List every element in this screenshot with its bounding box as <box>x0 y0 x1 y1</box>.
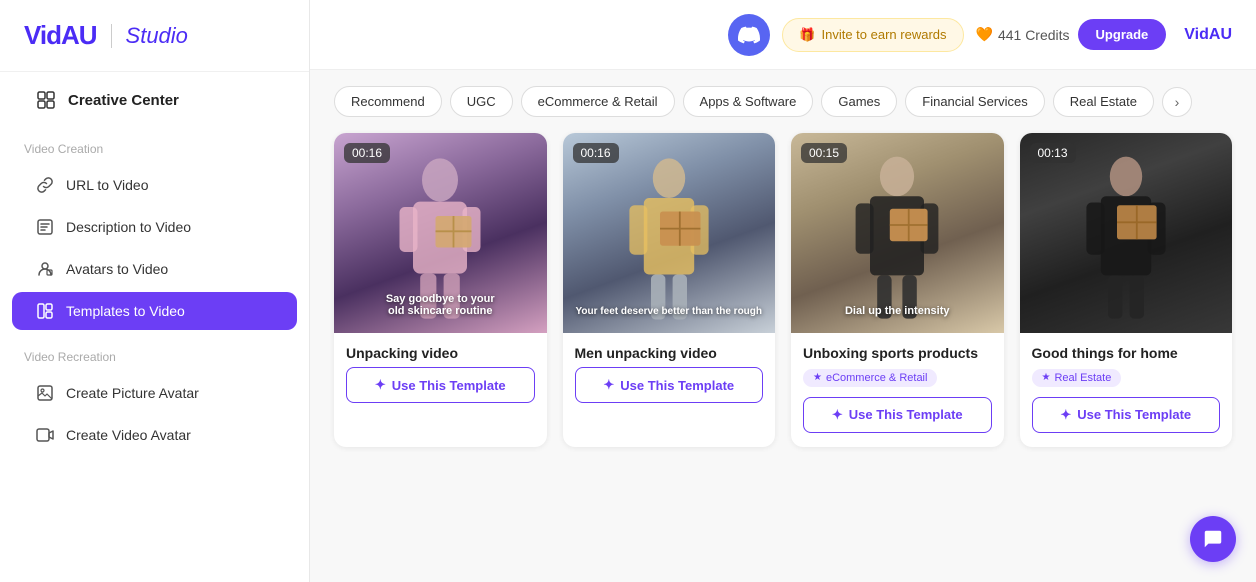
card-body-1: Unpacking video ✦ Use This Template <box>334 333 547 417</box>
sidebar-label-picture-avatar: Create Picture Avatar <box>66 385 199 401</box>
filter-tab-games[interactable]: Games <box>821 86 897 117</box>
card-title-2: Men unpacking video <box>575 345 764 361</box>
tag-star-4: ★ <box>1042 372 1051 383</box>
filter-tabs: Recommend UGC eCommerce & Retail Apps & … <box>334 86 1232 117</box>
logo-vid: VidAU <box>24 20 97 51</box>
caption-1: Say goodbye to yourold skincare routine <box>334 293 547 317</box>
chat-bubble[interactable] <box>1190 516 1236 562</box>
chat-icon <box>1202 528 1224 550</box>
sidebar-label-avatars: Avatars to Video <box>66 261 168 277</box>
sparkle-icon-3: ✦ <box>832 407 843 423</box>
discord-button[interactable] <box>728 14 770 56</box>
picture-avatar-icon <box>36 384 54 402</box>
sidebar-item-url-to-video[interactable]: URL to Video <box>12 166 297 204</box>
avatar-icon <box>36 260 54 278</box>
content-area: Recommend UGC eCommerce & Retail Apps & … <box>310 70 1256 582</box>
topbar-brand: VidAU <box>1184 26 1232 44</box>
sidebar-item-create-picture-avatar[interactable]: Create Picture Avatar <box>12 374 297 412</box>
video-card-2: 00:16 Your feet deserve better than th <box>563 133 776 447</box>
credits-amount: 441 Credits <box>998 27 1070 43</box>
filter-tab-recommend[interactable]: Recommend <box>334 86 442 117</box>
tag-star-3: ★ <box>813 372 822 383</box>
caption-3: Dial up the intensity <box>791 305 1004 317</box>
card-body-3: Unboxing sports products ★ eCommerce & R… <box>791 333 1004 447</box>
topbar: 🎁 Invite to earn rewards 🧡 441 Credits U… <box>310 0 1256 70</box>
video-thumb-3: 00:15 Dial up the intensity <box>791 133 1004 333</box>
card-tag-3: ★ eCommerce & Retail <box>803 369 937 387</box>
filter-tab-financial[interactable]: Financial Services <box>905 86 1045 117</box>
discord-icon <box>738 24 760 46</box>
invite-button[interactable]: 🎁 Invite to earn rewards <box>782 18 963 52</box>
sparkle-icon-4: ✦ <box>1060 407 1071 423</box>
video-card-3: 00:15 Dial up the intensity <box>791 133 1004 447</box>
invite-label: Invite to earn rewards <box>822 27 947 42</box>
sidebar-item-templates-to-video[interactable]: Templates to Video <box>12 292 297 330</box>
card-body-4: Good things for home ★ Real Estate ✦ Use… <box>1020 333 1233 447</box>
sparkle-icon-1: ✦ <box>375 377 386 393</box>
logo-studio: Studio <box>126 23 188 49</box>
use-template-btn-2[interactable]: ✦ Use This Template <box>575 367 764 403</box>
creative-center-label: Creative Center <box>68 92 179 109</box>
card-tag-4: ★ Real Estate <box>1032 369 1122 387</box>
main-content: 🎁 Invite to earn rewards 🧡 441 Credits U… <box>310 0 1256 582</box>
sidebar-label-url: URL to Video <box>66 177 149 193</box>
logo-area: VidAU Studio <box>0 20 309 72</box>
video-avatar-icon <box>36 426 54 444</box>
credits-area: 🧡 441 Credits Upgrade <box>976 19 1167 50</box>
video-thumb-4: 00:13 <box>1020 133 1233 333</box>
person-figure-4 <box>1057 153 1195 333</box>
video-recreation-section: Video Recreation <box>0 332 309 372</box>
filter-tab-ugc[interactable]: UGC <box>450 86 513 117</box>
link-icon <box>36 176 54 194</box>
credits-text: 🧡 441 Credits <box>976 26 1070 43</box>
description-icon <box>36 218 54 236</box>
sidebar-item-description-to-video[interactable]: Description to Video <box>12 208 297 246</box>
video-creation-section: Video Creation <box>0 124 309 164</box>
sidebar: VidAU Studio Creative Center Video Creat… <box>0 0 310 582</box>
sidebar-label-video-avatar: Create Video Avatar <box>66 427 191 443</box>
heart-icon: 🧡 <box>976 26 993 43</box>
video-card-1: 00:16 Say goodbye to yourol <box>334 133 547 447</box>
card-body-2: Men unpacking video ✦ Use This Template <box>563 333 776 417</box>
video-thumb-1: 00:16 Say goodbye to yourol <box>334 133 547 333</box>
card-title-4: Good things for home <box>1032 345 1221 361</box>
filter-tab-realestate[interactable]: Real Estate <box>1053 86 1154 117</box>
filter-arrow-right[interactable]: › <box>1162 87 1192 117</box>
use-template-btn-3[interactable]: ✦ Use This Template <box>803 397 992 433</box>
sidebar-label-description: Description to Video <box>66 219 191 235</box>
card-title-1: Unpacking video <box>346 345 535 361</box>
video-thumb-2: 00:16 Your feet deserve better than th <box>563 133 776 333</box>
use-template-btn-1[interactable]: ✦ Use This Template <box>346 367 535 403</box>
gift-icon: 🎁 <box>799 27 815 43</box>
video-card-4: 00:13 Good things fo <box>1020 133 1233 447</box>
sparkle-icon-2: ✦ <box>603 377 614 393</box>
card-title-3: Unboxing sports products <box>803 345 992 361</box>
template-icon <box>36 302 54 320</box>
upgrade-button[interactable]: Upgrade <box>1078 19 1167 50</box>
filter-tab-apps[interactable]: Apps & Software <box>683 86 814 117</box>
sidebar-label-templates: Templates to Video <box>66 303 185 319</box>
sidebar-item-create-video-avatar[interactable]: Create Video Avatar <box>12 416 297 454</box>
grid-icon <box>36 90 56 110</box>
filter-tab-ecommerce[interactable]: eCommerce & Retail <box>521 86 675 117</box>
sidebar-item-avatars-to-video[interactable]: Avatars to Video <box>12 250 297 288</box>
logo-divider <box>111 24 112 48</box>
sidebar-item-creative-center[interactable]: Creative Center <box>12 80 297 120</box>
caption-2: Your feet deserve better than the rough <box>563 306 776 317</box>
cards-grid: 00:16 Say goodbye to yourol <box>334 133 1232 447</box>
use-template-btn-4[interactable]: ✦ Use This Template <box>1032 397 1221 433</box>
